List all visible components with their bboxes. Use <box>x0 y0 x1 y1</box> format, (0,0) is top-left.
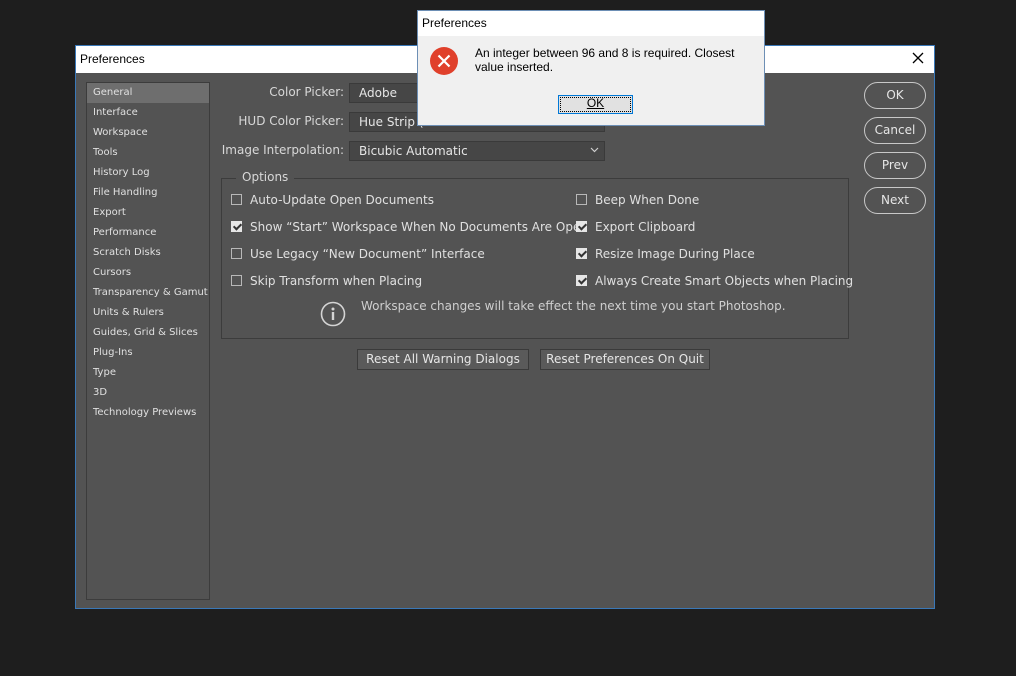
alert-ok-label: OK <box>586 96 605 110</box>
sidebar: General Interface Workspace Tools Histor… <box>86 82 210 600</box>
options-legend: Options <box>236 170 295 184</box>
sidebar-item-plug-ins[interactable]: Plug-Ins <box>87 343 209 363</box>
checkbox-label: Auto-Update Open Documents <box>250 193 434 207</box>
error-icon <box>429 46 459 76</box>
next-button[interactable]: Next <box>864 187 926 214</box>
sidebar-item-units-rulers[interactable]: Units & Rulers <box>87 303 209 323</box>
sidebar-item-3d[interactable]: 3D <box>87 383 209 403</box>
reset-preferences-button[interactable]: Reset Preferences On Quit <box>540 349 710 370</box>
info-message: Workspace changes will take effect the n… <box>361 299 786 313</box>
color-picker-label: Color Picker: <box>269 85 344 99</box>
checkbox-label: Show “Start” Workspace When No Documents… <box>250 220 588 234</box>
auto-update-checkbox[interactable]: Auto-Update Open Documents <box>231 193 434 209</box>
show-start-workspace-checkbox[interactable]: Show “Start” Workspace When No Documents… <box>231 220 588 236</box>
export-clipboard-checkbox[interactable]: Export Clipboard <box>576 220 695 236</box>
sidebar-item-general[interactable]: General <box>87 83 209 103</box>
always-smart-objects-checkbox[interactable]: Always Create Smart Objects when Placing <box>576 274 853 290</box>
alert-title: Preferences <box>422 16 487 30</box>
checkbox-label: Resize Image During Place <box>595 247 755 261</box>
alert-ok-button[interactable]: OK <box>558 95 633 114</box>
sidebar-item-file-handling[interactable]: File Handling <box>87 183 209 203</box>
sidebar-item-performance[interactable]: Performance <box>87 223 209 243</box>
window-title: Preferences <box>80 52 145 66</box>
hud-color-picker-label: HUD Color Picker: <box>238 114 344 128</box>
color-picker-value: Adobe <box>359 86 397 100</box>
alert-message: An integer between 96 and 8 is required.… <box>475 46 735 74</box>
sidebar-item-scratch-disks[interactable]: Scratch Disks <box>87 243 209 263</box>
sidebar-item-history-log[interactable]: History Log <box>87 163 209 183</box>
image-interpolation-select[interactable]: Bicubic Automatic <box>349 141 605 161</box>
reset-warning-dialogs-button[interactable]: Reset All Warning Dialogs <box>357 349 529 370</box>
sidebar-item-technology-previews[interactable]: Technology Previews <box>87 403 209 423</box>
cancel-button[interactable]: Cancel <box>864 117 926 144</box>
checkbox-box[interactable] <box>231 275 242 286</box>
hud-color-picker-value: Hue Strip ( <box>359 115 424 129</box>
image-interpolation-value: Bicubic Automatic <box>359 144 468 158</box>
checkbox-box[interactable] <box>576 194 587 205</box>
checkbox-label: Use Legacy “New Document” Interface <box>250 247 485 261</box>
error-alert-dialog: Preferences An integer between 96 and 8 … <box>417 10 765 126</box>
sidebar-item-type[interactable]: Type <box>87 363 209 383</box>
prev-button[interactable]: Prev <box>864 152 926 179</box>
chevron-down-icon <box>590 143 599 164</box>
alert-titlebar: Preferences <box>418 11 764 36</box>
checkbox-box[interactable] <box>576 248 587 259</box>
skip-transform-checkbox[interactable]: Skip Transform when Placing <box>231 274 422 290</box>
sidebar-item-interface[interactable]: Interface <box>87 103 209 123</box>
checkbox-box[interactable] <box>576 275 587 286</box>
checkbox-box[interactable] <box>231 248 242 259</box>
resize-image-during-place-checkbox[interactable]: Resize Image During Place <box>576 247 755 263</box>
sidebar-item-workspace[interactable]: Workspace <box>87 123 209 143</box>
ok-button[interactable]: OK <box>864 82 926 109</box>
legacy-new-document-checkbox[interactable]: Use Legacy “New Document” Interface <box>231 247 485 263</box>
checkbox-label: Skip Transform when Placing <box>250 274 423 288</box>
close-icon[interactable] <box>910 50 926 66</box>
checkbox-box[interactable] <box>231 194 242 205</box>
beep-when-done-checkbox[interactable]: Beep When Done <box>576 193 699 209</box>
checkbox-label: Always Create Smart Objects when Placing <box>595 274 854 288</box>
checkbox-box[interactable] <box>231 221 242 232</box>
sidebar-item-transparency-gamut[interactable]: Transparency & Gamut <box>87 283 209 303</box>
image-interpolation-label: Image Interpolation: <box>221 143 344 157</box>
sidebar-item-tools[interactable]: Tools <box>87 143 209 163</box>
sidebar-item-cursors[interactable]: Cursors <box>87 263 209 283</box>
checkbox-box[interactable] <box>576 221 587 232</box>
info-icon <box>320 301 346 327</box>
sidebar-item-guides-grid-slices[interactable]: Guides, Grid & Slices <box>87 323 209 343</box>
checkbox-label: Beep When Done <box>595 193 700 207</box>
sidebar-item-export[interactable]: Export <box>87 203 209 223</box>
preferences-window: Preferences General Interface Workspace … <box>75 45 935 609</box>
checkbox-label: Export Clipboard <box>595 220 696 234</box>
